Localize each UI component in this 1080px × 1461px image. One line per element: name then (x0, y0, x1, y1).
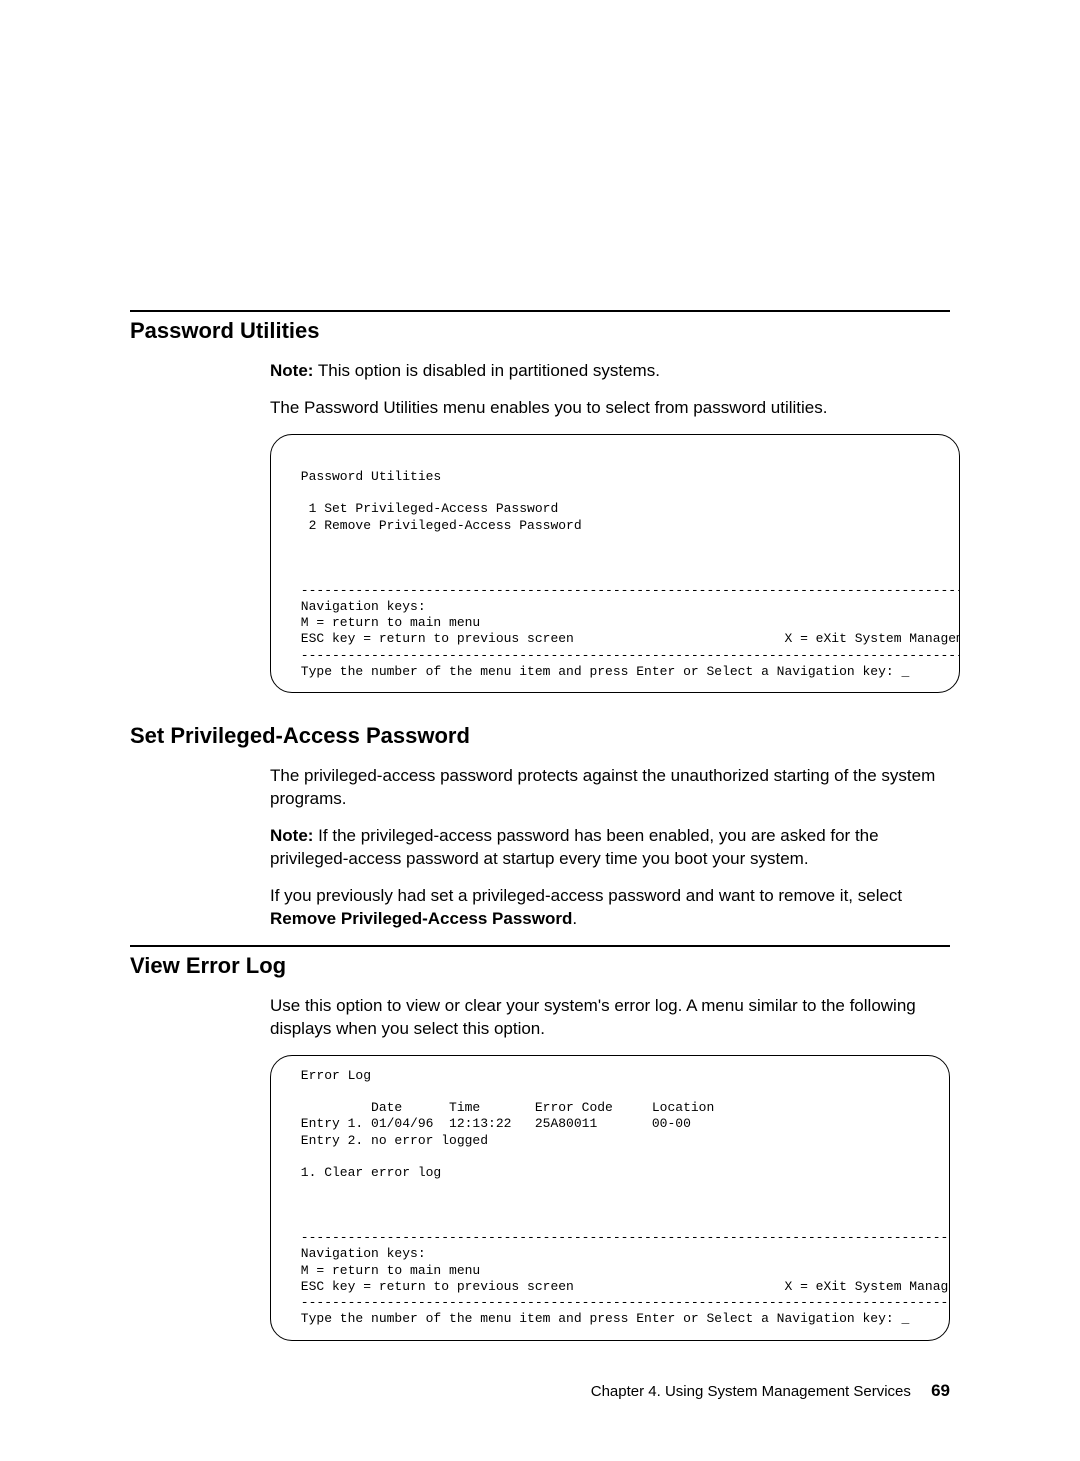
heading-password-utilities: Password Utilities (130, 318, 950, 344)
note-text: If the privileged-access password has be… (270, 826, 879, 868)
section-divider (130, 945, 950, 947)
note-label: Note: (270, 826, 313, 845)
note-text: This option is disabled in partitioned s… (313, 361, 659, 380)
intro-paragraph: The Password Utilities menu enables you … (270, 397, 950, 420)
set-pw-note: Note: If the privileged-access password … (270, 825, 950, 871)
terminal-password-utilities: Password Utilities 1 Set Privileged-Acce… (270, 434, 960, 693)
err-log-paragraph: Use this option to view or clear your sy… (270, 995, 950, 1041)
heading-view-error-log: View Error Log (130, 953, 950, 979)
remove-pw-option-name: Remove Privileged-Access Password (270, 909, 572, 928)
set-pw-paragraph-2: If you previously had set a privileged-a… (270, 885, 950, 931)
text-part: If you previously had set a privileged-a… (270, 886, 902, 905)
chapter-label: Chapter 4. Using System Management Servi… (591, 1383, 911, 1400)
set-pw-paragraph-1: The privileged-access password protects … (270, 765, 950, 811)
page-footer: Chapter 4. Using System Management Servi… (130, 1381, 950, 1401)
text-part: . (572, 909, 577, 928)
note-paragraph: Note: This option is disabled in partiti… (270, 360, 950, 383)
heading-set-privileged-access: Set Privileged-Access Password (130, 723, 950, 749)
section-divider (130, 310, 950, 312)
note-label: Note: (270, 361, 313, 380)
terminal-error-log: Error Log Date Time Error Code Location … (270, 1055, 950, 1341)
